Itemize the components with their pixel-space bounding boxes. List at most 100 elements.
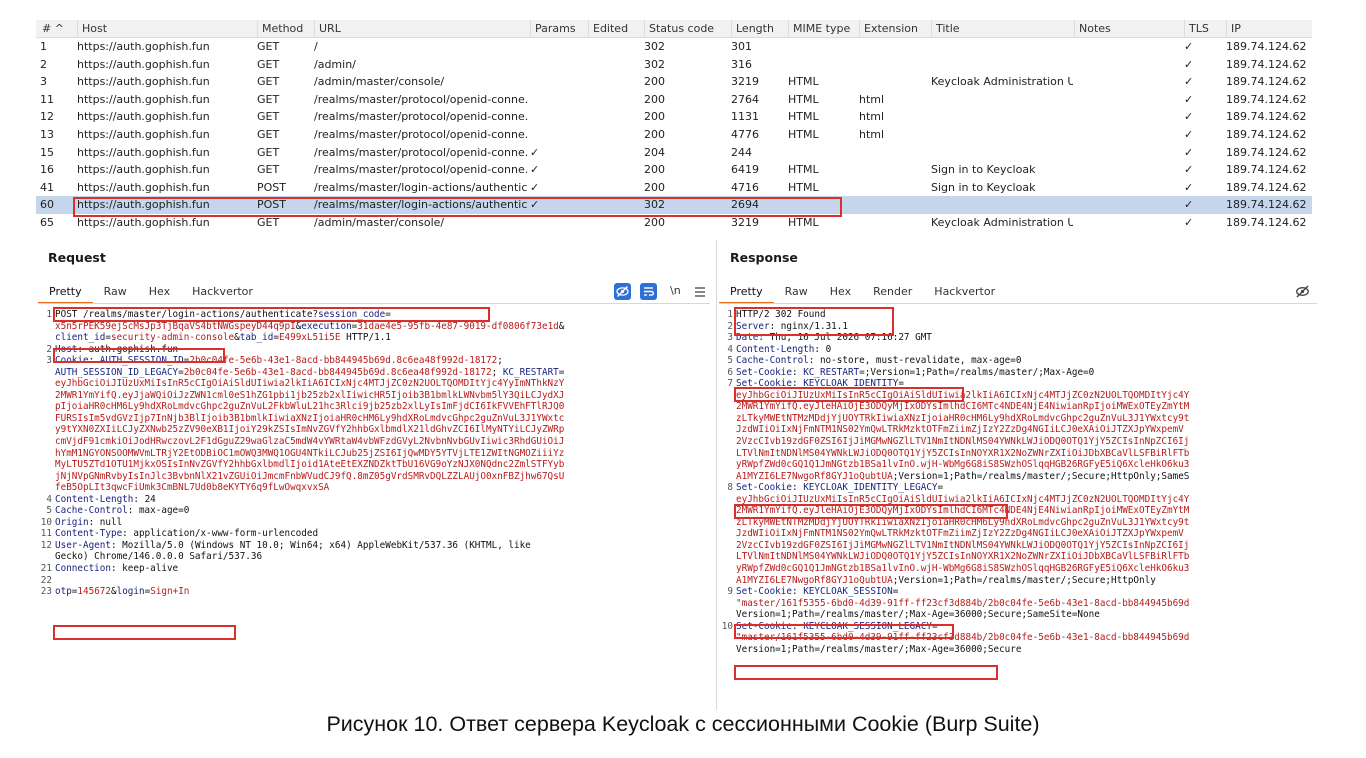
length-cell: 301 [731, 40, 752, 53]
col-url-header[interactable]: URL [314, 20, 528, 38]
response-tab-hex[interactable]: Hex [819, 282, 862, 304]
response-line: 2 Server: nginx/1.31.1 [719, 321, 1315, 333]
line-content: Set-Cookie: KEYCLOAK_SESSION= [736, 586, 899, 598]
request-line: AUTH_SESSION_ID_LEGACY=2b0c04fe-5e6b-43e… [38, 367, 712, 379]
url-cell: /admin/ [314, 57, 356, 71]
col-host-header[interactable]: Host [77, 20, 255, 38]
table-row[interactable]: 1 https://auth.gophish.fun GET / 302 301 ✓ 189.… [36, 38, 1312, 56]
request-line: hYmM1NGYONSOOMWVmLTRjY2EtODBiOC1mOWQ3MWQ… [38, 448, 712, 460]
col-edited-header[interactable]: Edited [588, 20, 642, 38]
params-cell: ✓ [530, 163, 540, 177]
col-method-header[interactable]: Method [257, 20, 313, 38]
request-editor[interactable]: 1 POST /realms/master/login-actions/authe… [38, 309, 712, 649]
request-line: feB5OpLIt3qwcFiUmk3CmBNL7Ud0b8eKYTY6q9fL… [38, 482, 712, 494]
method-cell: POST [257, 180, 286, 194]
line-number: 1 [46, 309, 52, 320]
request-tab-pretty[interactable]: Pretty [38, 282, 93, 304]
number-cell: 3 [40, 75, 47, 89]
table-row[interactable]: 3 https://auth.gophish.fun GET/admin/maste… [36, 73, 1312, 91]
table-row[interactable]: 15 https://auth.gophish.fun GET/realms/mas… [36, 144, 1312, 162]
request-line: client_id=security-admin-console&tab_id=… [38, 332, 712, 344]
request-panel-title: Request [48, 250, 106, 265]
response-line: 2VzcCIvb19zdGF0ZSI6IjJiMGMwNGZlLTV1NmItN… [719, 436, 1315, 448]
method-cell: POST [257, 198, 286, 212]
response-line: 2VzcCIvb19zdGF0ZSI6IjJiMGMwNGZlLTV1NmItN… [719, 540, 1315, 552]
line-content: 2MWR1YmYifQ.eyJleHAiOjE3ODQyMjIxODYsImlh… [736, 505, 1190, 517]
eye-off-icon[interactable] [614, 283, 631, 300]
line-content: Date: Thu, 16 Jul 2026 07:16:27 GMT [736, 332, 932, 344]
request-line: eyJhbGciOiJIUzUxMiIsInR5cCIgOiAiSldUIiwi… [38, 378, 712, 390]
request-tab-raw[interactable]: Raw [93, 282, 138, 304]
table-row[interactable]: 13 https://auth.gophish.fun GET/realms/mas… [36, 126, 1312, 144]
request-tabs: Pretty Raw Hex Hackvertor [38, 282, 264, 304]
line-content: "master/161f5355-6bd0-4d39-91ff-ff23cf3d… [736, 597, 1190, 609]
menu-icon[interactable] [694, 284, 706, 303]
number-cell: 12 [40, 110, 54, 124]
table-row[interactable]: 16 https://auth.gophish.fun GET/realms/mas… [36, 161, 1312, 179]
col-mime-type-header[interactable]: MIME type [788, 20, 858, 38]
number-cell: 15 [40, 145, 54, 159]
table-row[interactable]: 11 https://auth.gophish.fun GET/realms/mas… [36, 91, 1312, 109]
mime-type-cell: HTML [788, 92, 819, 106]
ip-cell: 189.74.124.62 [1226, 110, 1307, 124]
col-extension-header[interactable]: Extension [859, 20, 931, 38]
url-cell: /realms/master/protocol/openid-conne... [314, 110, 528, 124]
response-editor[interactable]: 1 HTTP/2 302 Found 2 Server: nginx/1.31.1 3 D… [719, 309, 1315, 707]
col-length-header[interactable]: Length [731, 20, 787, 38]
ip-cell: 189.74.124.62 [1226, 145, 1307, 159]
response-line: LTVlNmItNDNlMS04YWNkLWJiODQ0OTQ1YjY5ZCIs… [719, 551, 1315, 563]
method-cell: GET [257, 110, 280, 124]
mime-type-cell: HTML [788, 75, 819, 89]
response-line: zLTkyMWEtNTMzMDdjYjUOYTRkIiwiaXNzIjoiaHR… [719, 413, 1315, 425]
line-content: Cache-Control: max-age=0 [55, 505, 190, 517]
url-cell: /realms/master/protocol/openid-conne... [314, 163, 528, 177]
response-tab-render[interactable]: Render [862, 282, 923, 304]
line-content: Connection: keep-alive [55, 563, 179, 575]
response-tab-raw[interactable]: Raw [774, 282, 819, 304]
newline-toggle[interactable]: \n [670, 284, 681, 297]
response-tab-hackvertor[interactable]: Hackvertor [923, 282, 1006, 304]
tls-cell: ✓ [1184, 145, 1194, 159]
response-tab-pretty[interactable]: Pretty [719, 282, 774, 304]
request-line: 10 Origin: null [38, 517, 712, 529]
table-row[interactable]: 2 https://auth.gophish.fun GET/admin/302 31… [36, 56, 1312, 74]
request-tab-hackvertor[interactable]: Hackvertor [181, 282, 264, 304]
table-row[interactable]: 12 https://auth.gophish.fun GET/realms/mas… [36, 108, 1312, 126]
length-cell: 2694 [731, 198, 759, 212]
extension-cell: html [859, 127, 885, 141]
extension-cell: html [859, 110, 885, 124]
mime-type-cell: HTML [788, 163, 819, 177]
col-title-header[interactable]: Title [931, 20, 1073, 38]
number-cell: 65 [40, 215, 54, 229]
status-code-cell: 200 [644, 163, 665, 177]
col-params-header[interactable]: Params [530, 20, 586, 38]
col-number-header[interactable]: # ^ [36, 20, 70, 38]
request-tab-hex[interactable]: Hex [138, 282, 181, 304]
method-cell: GET [257, 75, 280, 89]
col-status-code-header[interactable]: Status code [644, 20, 730, 38]
tls-cell: ✓ [1184, 180, 1194, 194]
request-line: 1 POST /realms/master/login-actions/authe… [38, 309, 712, 321]
response-line: JzdWIiOiIxNjFmNTM1NS02YmQwLTRkMzktOTFmZi… [719, 528, 1315, 540]
response-line: "master/161f5355-6bd0-4d39-91ff-ff23cf3d… [719, 598, 1315, 610]
tls-cell: ✓ [1184, 40, 1194, 53]
col-notes-header[interactable]: Notes [1074, 20, 1182, 38]
table-row[interactable]: 41 https://auth.gophish.fun POST/realms/ma… [36, 179, 1312, 197]
col-tls-header[interactable]: TLS [1184, 20, 1224, 38]
line-content: "master/161f5355-6bd0-4d39-91ff-ff23cf3d… [736, 632, 1190, 644]
eye-off-icon[interactable] [1294, 283, 1311, 304]
table-row[interactable]: 60 https://auth.gophish.fun POST/realms/ma… [36, 196, 1312, 214]
request-line: 22 [38, 575, 712, 587]
line-content: Content-Length: 24 [55, 493, 156, 505]
ip-cell: 189.74.124.62 [1226, 198, 1307, 212]
request-line: MyLTU5ZTd1OTU1MjkxOSIsInNvZGVfY2hhbGxlbm… [38, 459, 712, 471]
word-wrap-icon[interactable] [640, 283, 657, 300]
line-number: 8 [727, 482, 733, 494]
method-cell: GET [257, 215, 280, 229]
status-code-cell: 200 [644, 110, 665, 124]
length-cell: 3219 [731, 215, 759, 229]
number-cell: 60 [40, 198, 54, 212]
table-row[interactable]: 65 https://auth.gophish.fun GET/admin/mast… [36, 214, 1312, 232]
line-content: HTTP/2 302 Found [736, 309, 826, 320]
col-ip-header[interactable]: IP [1226, 20, 1312, 38]
